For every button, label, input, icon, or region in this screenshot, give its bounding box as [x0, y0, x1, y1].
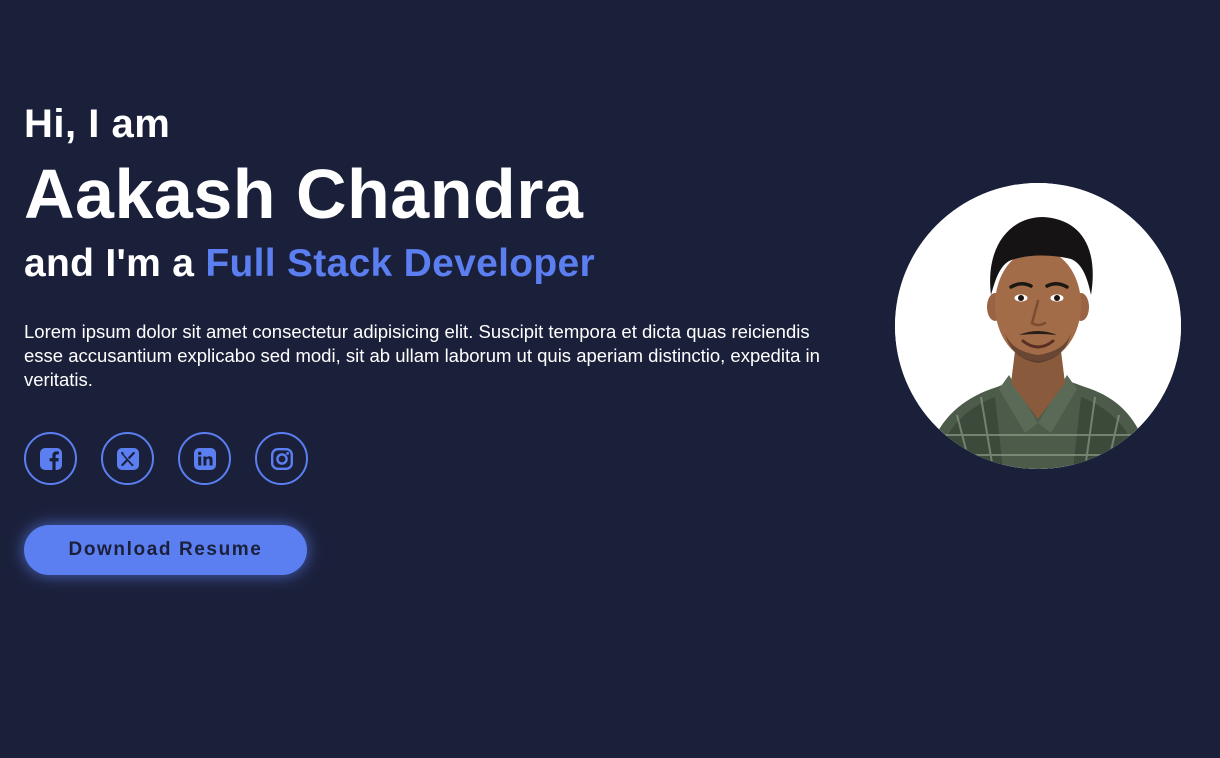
role-title: Full Stack Developer — [205, 242, 595, 285]
instagram-link[interactable] — [255, 432, 308, 485]
download-resume-button[interactable]: Download Resume — [24, 525, 307, 575]
linkedin-icon — [192, 446, 218, 472]
role-line: and I'm a Full Stack Developer — [24, 236, 854, 292]
role-prefix: and I'm a — [24, 242, 206, 285]
instagram-icon — [269, 446, 295, 472]
facebook-icon — [38, 446, 64, 472]
linkedin-link[interactable] — [178, 432, 231, 485]
facebook-link[interactable] — [24, 432, 77, 485]
x-twitter-icon — [115, 446, 141, 472]
x-twitter-link[interactable] — [101, 432, 154, 485]
person-name: Aakash Chandra — [24, 155, 584, 233]
hero-section: Hi, I am Aakash Chandra and I'm a Full S… — [0, 0, 1220, 758]
social-links — [24, 432, 308, 485]
greeting: Hi, I am — [24, 102, 171, 146]
bio-text: Lorem ipsum dolor sit amet consectetur a… — [24, 321, 820, 390]
intro-block: Hi, I am Aakash Chandra and I'm a Full S… — [24, 96, 854, 392]
profile-photo — [895, 183, 1181, 469]
